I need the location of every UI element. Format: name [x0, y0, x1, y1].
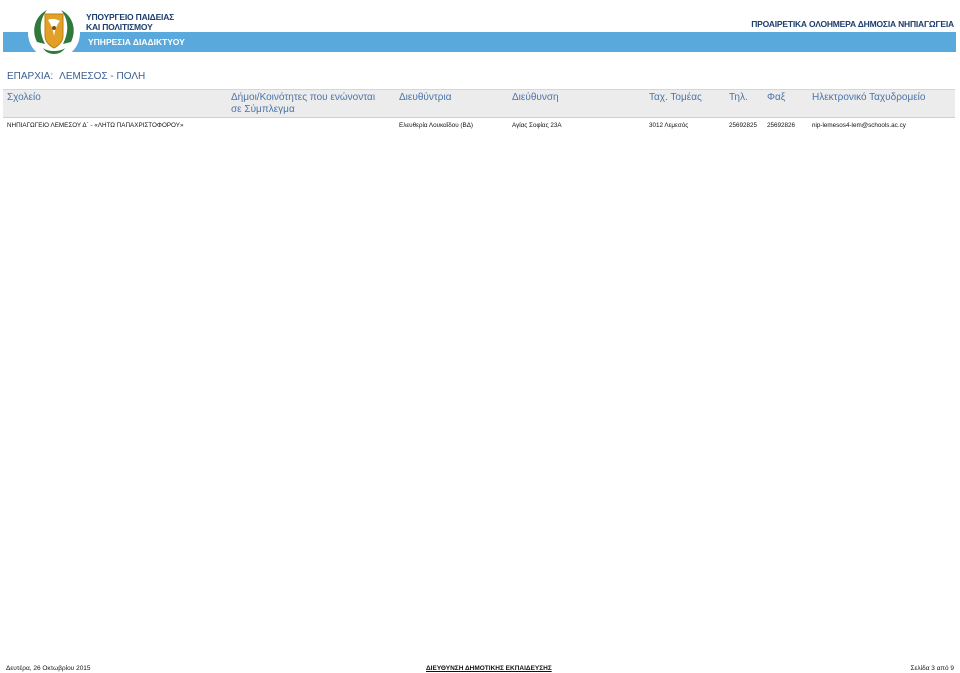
col-school: Σχολείο: [7, 92, 41, 103]
col-postal: Ταχ. Τομέας: [649, 92, 702, 103]
footer-page-number: Σελίδα 3 από 9: [910, 665, 955, 672]
province-label: ΕΠΑΡΧΙΑ:: [7, 71, 54, 82]
col-communities: Δήμοι/Κοινότητες που ενώνονται σε Σύμπλε…: [231, 92, 376, 115]
col-phone: Τηλ.: [729, 92, 748, 103]
cyprus-emblem-icon: [27, 6, 81, 60]
footer-date: Δευτέρα, 26 Οκτωβρίου 2015: [6, 665, 91, 672]
province-line: ΕΠΑΡΧΙΑ: ΛΕΜΕΣΟΣ - ΠΟΛΗ: [7, 71, 151, 82]
footer-department: ΔΙΕΥΘΥΝΣΗ ΔΗΜΟΤΙΚΗΣ ΕΚΠΑΙΔΕΥΣΗΣ: [426, 665, 552, 672]
cell-fax: 25692826: [767, 122, 796, 129]
col-address: Διεύθυνση: [512, 92, 559, 103]
table-header: Σχολείο Δήμοι/Κοινότητες που ενώνονται σ…: [3, 89, 955, 118]
cell-postal: 3012 Λεμεσός: [649, 122, 689, 129]
report-title: ΠΡΟΑΙΡΕΤΙΚΑ ΟΛΟΗΜΕΡΑ ΔΗΜΟΣΙΑ ΝΗΠΙΑΓΩΓΕΙΑ: [751, 19, 954, 29]
service-name: ΥΠΗΡΕΣΙΑ ΔΙΑΔΙΚΤΥΟΥ: [88, 37, 185, 47]
cell-phone: 25692825: [729, 122, 758, 129]
cell-school: ΝΗΠΙΑΓΩΓΕΙΟ ΛΕΜΕΣΟΥ Δ΄ - «ΛΗΤΩ ΠΑΠΑΧΡΙΣΤ…: [7, 122, 184, 129]
col-fax: Φαξ: [767, 92, 786, 103]
cell-email[interactable]: nip-lemesos4-lem@schools.ac.cy: [812, 122, 906, 129]
ministry-line-1: ΥΠΟΥΡΓΕΙΟ ΠΑΙΔΕΙΑΣ: [86, 12, 175, 22]
ministry-name: ΥΠΟΥΡΓΕΙΟ ΠΑΙΔΕΙΑΣ ΚΑΙ ΠΟΛΙΤΙΣΜΟΥ: [86, 12, 174, 32]
ministry-line-2: ΚΑΙ ΠΟΛΙΤΙΣΜΟΥ: [86, 22, 153, 32]
cell-address: Αγίας Σοφίας 23Α: [512, 122, 562, 129]
province-value: ΛΕΜΕΣΟΣ - ΠΟΛΗ: [59, 71, 146, 82]
col-director: Διευθύντρια: [399, 92, 452, 103]
cell-director: Ελευθερία Λουκαΐδου (ΒΔ): [399, 122, 473, 129]
col-email: Ηλεκτρονικό Ταχυδρομείο: [812, 92, 926, 103]
